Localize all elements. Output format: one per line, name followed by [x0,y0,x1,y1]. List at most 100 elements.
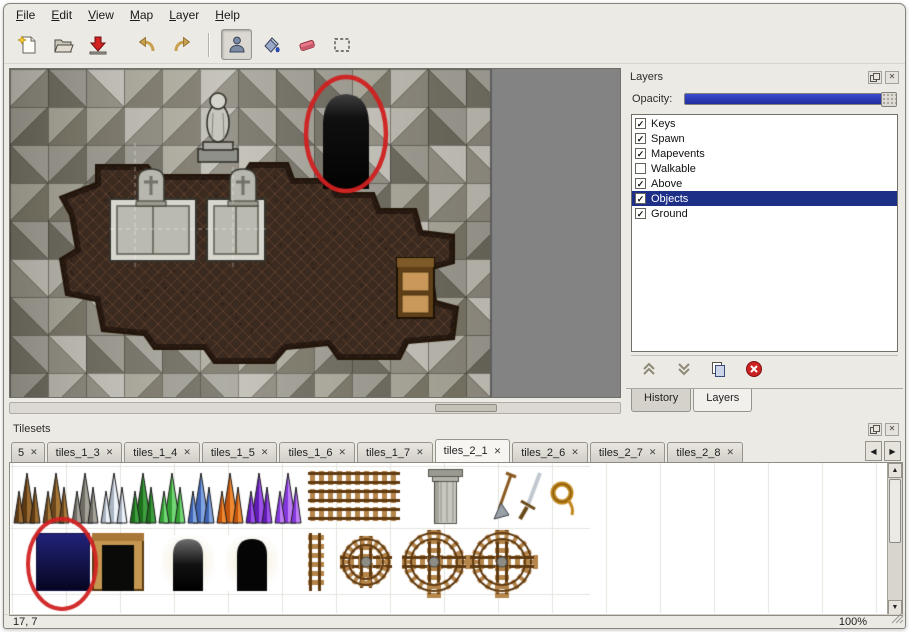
open-file-button[interactable] [47,29,78,60]
map-viewport[interactable] [9,68,621,398]
close-panel-icon[interactable]: ✕ [885,423,899,436]
tileset-vertical-scrollbar[interactable]: ▲ ▼ [887,463,902,615]
layers-panel-header: Layers ✕ [628,68,901,86]
tab-close-icon[interactable]: ✕ [261,447,269,458]
layer-name: Walkable [651,163,696,175]
map-canvas[interactable] [10,69,620,397]
layers-history-tabs: HistoryLayers [626,388,903,412]
eraser-tool-button[interactable] [291,29,322,60]
lower-layer-button[interactable] [674,359,694,379]
layer-row-walkable[interactable]: Walkable [632,161,897,176]
tab-label: tiles_2_8 [676,447,720,459]
tab-close-icon[interactable]: ✕ [416,447,424,458]
menu-help[interactable]: Help [207,5,248,25]
menu-view[interactable]: View [80,5,122,25]
tab-close-icon[interactable]: ✕ [30,447,38,458]
layer-row-objects[interactable]: ✓Objects [632,191,897,206]
scroll-tabs-right-icon[interactable]: ▶ [884,441,901,461]
layer-row-spawn[interactable]: ✓ Spawn [632,131,897,146]
tab-close-icon[interactable]: ✕ [183,447,191,458]
float-panel-icon[interactable] [868,71,882,84]
layer-row-keys[interactable]: ✓ Keys [632,116,897,131]
tileset-tab-tiles_1_3[interactable]: tiles_1_3 ✕ [47,442,123,463]
tab-close-icon[interactable]: ✕ [726,447,734,458]
layer-actions [631,355,898,382]
layer-visibility-checkbox[interactable]: ✓ [635,178,646,189]
tileset-tab-tiles_2_6[interactable]: tiles_2_6 ✕ [512,442,588,463]
scrollbar-thumb[interactable] [889,479,901,543]
tileset-tab-tiles_2_7[interactable]: tiles_2_7 ✕ [590,442,666,463]
tab-label: tiles_1_6 [288,447,332,459]
layer-visibility-checkbox[interactable]: ✓ [635,193,646,204]
tileset-tab-tiles_1_4[interactable]: tiles_1_4 ✕ [124,442,200,463]
rect-select-tool-button[interactable] [326,29,357,60]
tab-close-icon[interactable]: ✕ [339,447,347,458]
map-horizontal-scrollbar[interactable] [9,402,621,414]
resize-grip[interactable] [891,611,904,627]
tab-close-icon[interactable]: ✕ [106,447,114,458]
float-panel-icon[interactable] [868,423,882,436]
new-file-button[interactable] [12,29,43,60]
tab-layers[interactable]: Layers [693,389,752,412]
menu-edit[interactable]: Edit [43,5,80,25]
layer-visibility-checkbox[interactable]: ✓ [635,148,646,159]
scroll-tabs-left-icon[interactable]: ◀ [865,441,882,461]
raise-layer-button[interactable] [639,359,659,379]
tab-scroll-buttons: ◀ ▶ [865,441,901,461]
layer-visibility-checkbox[interactable]: ✓ [635,133,646,144]
tab-label: tiles_2_7 [599,447,643,459]
scroll-up-icon[interactable]: ▲ [888,463,902,478]
layer-name: Spawn [651,133,685,145]
opacity-label: Opacity: [632,93,684,105]
redo-button[interactable] [166,29,197,60]
status-bar: 17, 7 100% [4,614,905,628]
tab-close-icon[interactable]: ✕ [571,447,579,458]
scrollbar-thumb[interactable] [435,404,497,412]
menu-file[interactable]: File [8,5,43,25]
tab-label: tiles_2_1 [444,445,488,457]
fill-tool-button[interactable] [256,29,287,60]
layer-visibility-checkbox[interactable]: ✓ [635,118,646,129]
layers-panel-title: Layers [630,71,865,83]
layers-panel: Layers ✕ Opacity: ✓ Keys ✓ Spawn✓Mapevents W… [626,68,903,412]
menu-map[interactable]: Map [122,5,161,25]
tileset-tab-tiles_2_1[interactable]: tiles_2_1 ✕ [435,439,511,463]
duplicate-layer-button[interactable] [709,359,729,379]
cursor-coordinates: 17, 7 [13,616,37,628]
close-panel-icon[interactable]: ✕ [885,71,899,84]
tileset-tab-5[interactable]: 5✕ [11,442,45,463]
tab-label: tiles_1_3 [56,447,100,459]
layer-name: Above [651,178,682,190]
undo-button[interactable] [131,29,162,60]
layer-row-ground[interactable]: ✓ Ground [632,206,897,221]
layer-row-mapevents[interactable]: ✓Mapevents [632,146,897,161]
tileset-canvas[interactable] [10,463,888,613]
tileset-tab-tiles_1_6[interactable]: tiles_1_6 ✕ [279,442,355,463]
tab-close-icon[interactable]: ✕ [494,446,502,457]
map-editor-window: FileEditViewMapLayerHelp Layers ✕ Opacit… [3,3,906,629]
tab-history[interactable]: History [631,389,691,412]
layers-list[interactable]: ✓ Keys ✓ Spawn✓Mapevents Walkable ✓ Above✓Obje… [631,114,898,352]
tilesets-panel: Tilesets ✕ 5✕tiles_1_3✕tiles_1_4✕tiles_1… [9,420,903,616]
tileset-tab-tiles_1_5[interactable]: tiles_1_5✕ [202,442,278,463]
tileset-tab-tiles_1_7[interactable]: tiles_1_7✕ [357,442,433,463]
opacity-slider[interactable] [684,93,897,105]
tab-label: tiles_1_4 [133,447,177,459]
layer-row-above[interactable]: ✓ Above [632,176,897,191]
opacity-slider-handle[interactable] [881,92,897,107]
tab-close-icon[interactable]: ✕ [649,447,657,458]
tilesets-panel-header: Tilesets ✕ [11,420,901,438]
layer-name: Keys [651,118,675,130]
save-file-button[interactable] [82,29,113,60]
tileset-tab-tiles_2_8[interactable]: tiles_2_8 ✕ [667,442,743,463]
layer-visibility-checkbox[interactable] [635,163,646,174]
layer-visibility-checkbox[interactable]: ✓ [635,208,646,219]
delete-layer-button[interactable] [744,359,764,379]
tab-label: tiles_2_6 [521,447,565,459]
layer-name: Ground [651,208,688,220]
tileset-content[interactable]: ▲ ▼ [9,463,903,616]
toolbar-separator [208,33,210,57]
tab-label: 5 [18,447,24,459]
object-stamp-tool-button[interactable] [221,29,252,60]
menu-layer[interactable]: Layer [161,5,207,25]
